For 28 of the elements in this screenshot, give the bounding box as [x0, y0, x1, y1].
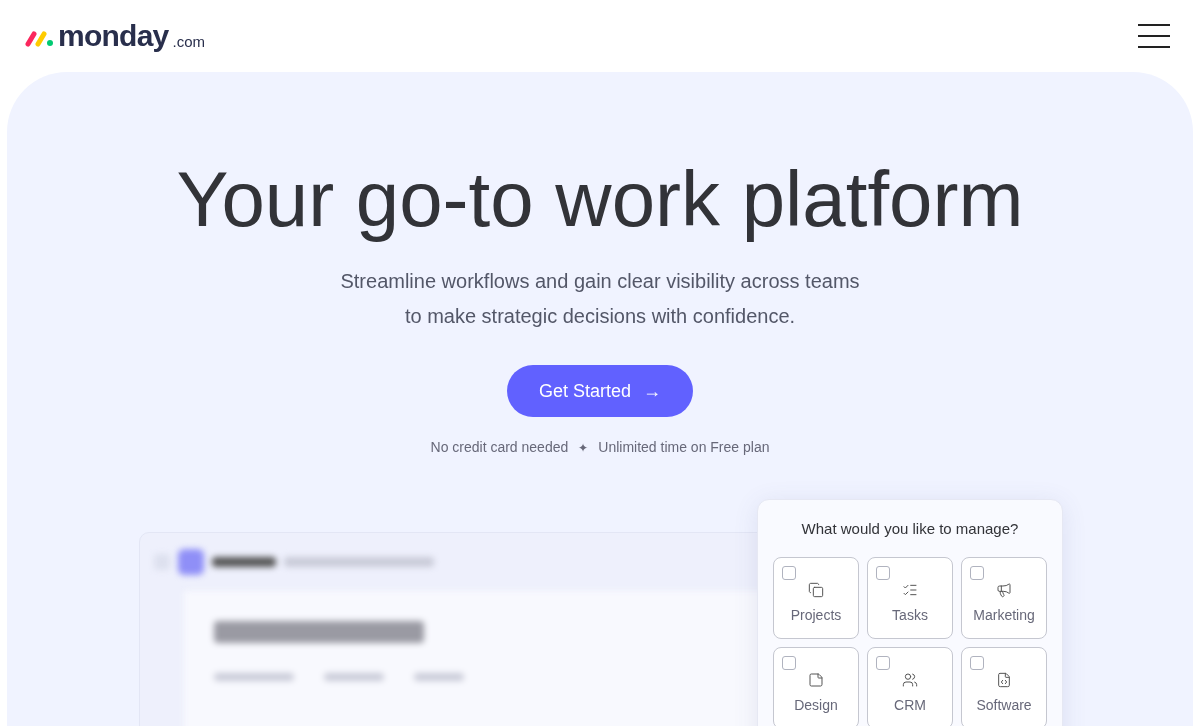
hero-note: Unlimited time on Free plan [598, 438, 770, 457]
checkbox[interactable] [782, 655, 796, 670]
hero-subtitle: to make strategic decisions with confidence. [404, 304, 796, 329]
get-started-button[interactable]: Get Started → [506, 365, 694, 417]
checkbox[interactable] [876, 655, 890, 670]
picker-title: What would you like to manage? [800, 519, 1020, 539]
checkbox[interactable] [970, 565, 984, 580]
manage-option-tile[interactable]: Marketing [961, 556, 1047, 639]
note-icon [808, 671, 824, 688]
manage-option-tile[interactable]: CRM [867, 646, 953, 726]
manage-option-tile[interactable]: Tasks [867, 556, 953, 639]
stacked-windows-icon [808, 581, 824, 598]
manage-option-tile[interactable]: Projects [773, 556, 859, 639]
logo-icon [24, 31, 54, 47]
hero-note: No credit card needed [430, 438, 569, 457]
manage-option-tile[interactable]: Design [773, 646, 859, 726]
logo-domain: .com [172, 34, 206, 49]
checkbox[interactable] [782, 565, 796, 580]
hero-subtitle: Streamline workflows and gain clear visibility across teams [340, 269, 860, 294]
megaphone-icon [996, 581, 1012, 598]
checkbox[interactable] [970, 655, 984, 670]
logo-wordmark[interactable]: monday [58, 21, 169, 51]
menu-button[interactable] [1138, 24, 1170, 48]
checkbox[interactable] [876, 565, 890, 580]
sparkle-icon: ✦ [578, 438, 589, 457]
manage-option-tile[interactable]: Software [961, 646, 1047, 726]
code-file-icon [996, 671, 1012, 688]
people-icon [902, 671, 918, 688]
